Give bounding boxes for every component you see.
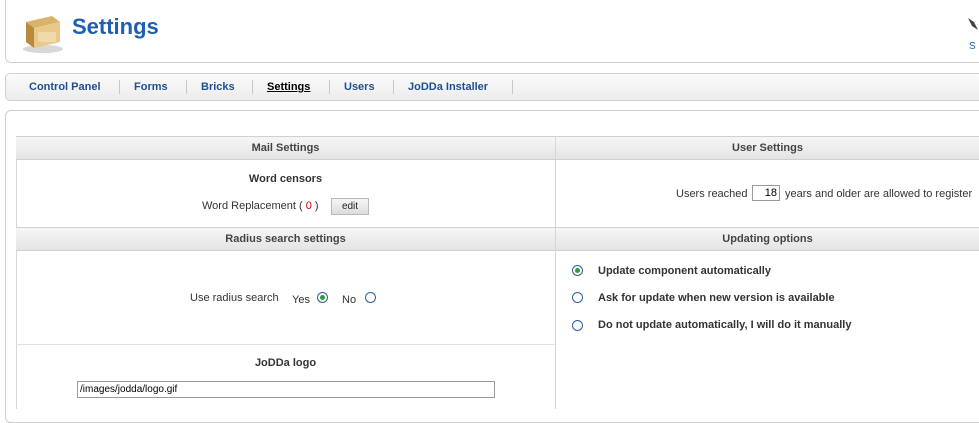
tab-bar: Control Panel Forms Bricks Settings User… — [5, 73, 979, 101]
word-censors-title: Word censors — [248, 173, 323, 185]
tab-separator — [329, 80, 330, 94]
radius-yes-radio[interactable] — [317, 292, 328, 303]
settings-box-icon — [23, 16, 63, 53]
updating-options-heading: Updating options — [556, 227, 979, 251]
tab-separator — [119, 80, 120, 94]
tab-separator — [512, 80, 513, 94]
age-prefix-label: Users reached — [676, 188, 748, 200]
update-auto-radio[interactable] — [572, 265, 583, 276]
update-ask-radio[interactable] — [572, 292, 583, 303]
row-divider — [16, 344, 555, 345]
page-header: Settings — [5, 0, 979, 63]
corner-tool-icon[interactable] — [966, 16, 979, 32]
age-suffix-label: years and older are allowed to register — [785, 188, 973, 200]
mail-settings-heading: Mail Settings — [16, 136, 555, 160]
tab-separator — [186, 80, 187, 94]
corner-label[interactable]: S — [969, 41, 976, 52]
word-replacement-label: Word Replacement ( 0 ) — [202, 200, 319, 212]
radius-no-radio[interactable] — [365, 292, 376, 303]
radius-search-heading: Radius search settings — [16, 227, 555, 251]
radius-no-label: No — [342, 294, 357, 306]
update-manual-label: Do not update automatically, I will do i… — [598, 319, 852, 331]
tab-separator — [252, 80, 253, 94]
word-replacement-count: 0 — [305, 200, 312, 212]
radius-search-label: Use radius search — [190, 292, 279, 304]
minimum-age-input[interactable] — [752, 185, 780, 201]
logo-path-input[interactable] — [77, 381, 495, 398]
radius-yes-label: Yes — [292, 294, 310, 306]
tab-jodda-installer[interactable]: JoDDa Installer — [408, 81, 488, 93]
page-title: Settings — [72, 14, 159, 39]
update-manual-radio[interactable] — [572, 320, 583, 331]
tab-users[interactable]: Users — [344, 81, 375, 93]
tab-bricks[interactable]: Bricks — [201, 81, 235, 93]
update-ask-label: Ask for update when new version is avail… — [598, 292, 835, 304]
tab-forms[interactable]: Forms — [134, 81, 168, 93]
user-settings-heading: User Settings — [556, 136, 979, 160]
tab-control-panel[interactable]: Control Panel — [29, 81, 101, 93]
tab-settings[interactable]: Settings — [267, 81, 310, 93]
jodda-logo-title: JoDDa logo — [254, 357, 317, 369]
tab-separator — [393, 80, 394, 94]
update-auto-label: Update component automatically — [598, 265, 771, 277]
edit-button[interactable]: edit — [331, 198, 369, 215]
